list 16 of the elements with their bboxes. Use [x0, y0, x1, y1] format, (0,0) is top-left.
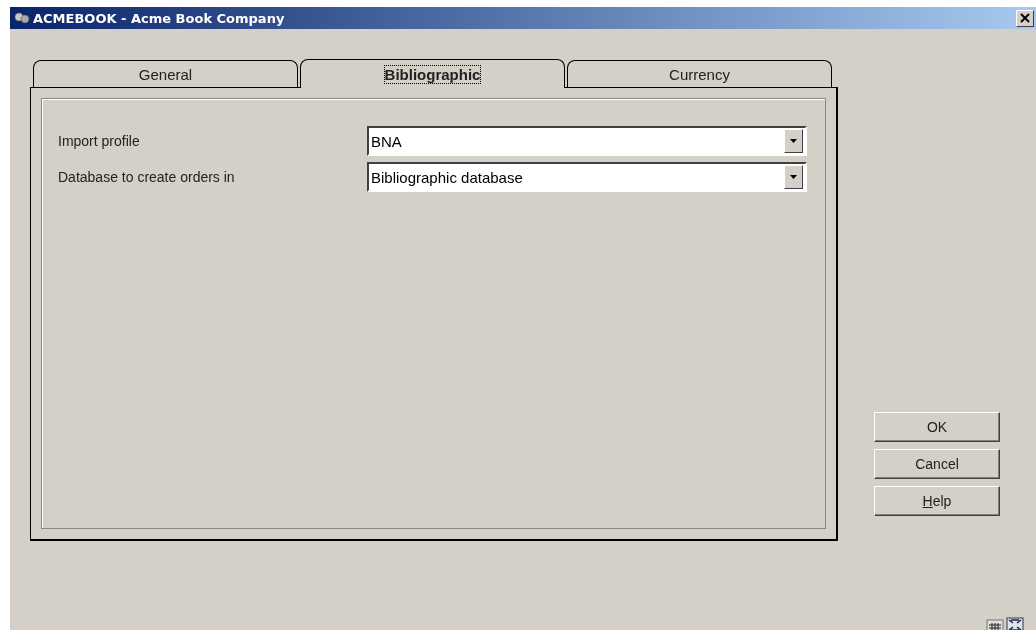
window-title: ACMEBOOK - Acme Book Company [33, 10, 286, 26]
resize-icon [1006, 617, 1024, 630]
tab[interactable]: General [33, 60, 298, 87]
keyboard-icon [986, 617, 1004, 630]
dialog-button[interactable]: Help [874, 486, 1000, 516]
dialog-button[interactable]: OK [874, 412, 1000, 442]
dropdown-field[interactable]: BNA [367, 126, 807, 156]
tab[interactable]: Currency [567, 60, 832, 87]
dropdown-field[interactable]: Bibliographic database [367, 162, 807, 192]
field-label: Database to create orders in [58, 169, 236, 185]
tab[interactable]: Bibliographic [300, 59, 565, 88]
field-label: Import profile [58, 133, 141, 149]
close-button[interactable] [1016, 9, 1034, 27]
gears-icon [14, 11, 30, 25]
dialog-button[interactable]: Cancel [874, 449, 1000, 479]
close-icon[interactable] [1020, 13, 1030, 23]
